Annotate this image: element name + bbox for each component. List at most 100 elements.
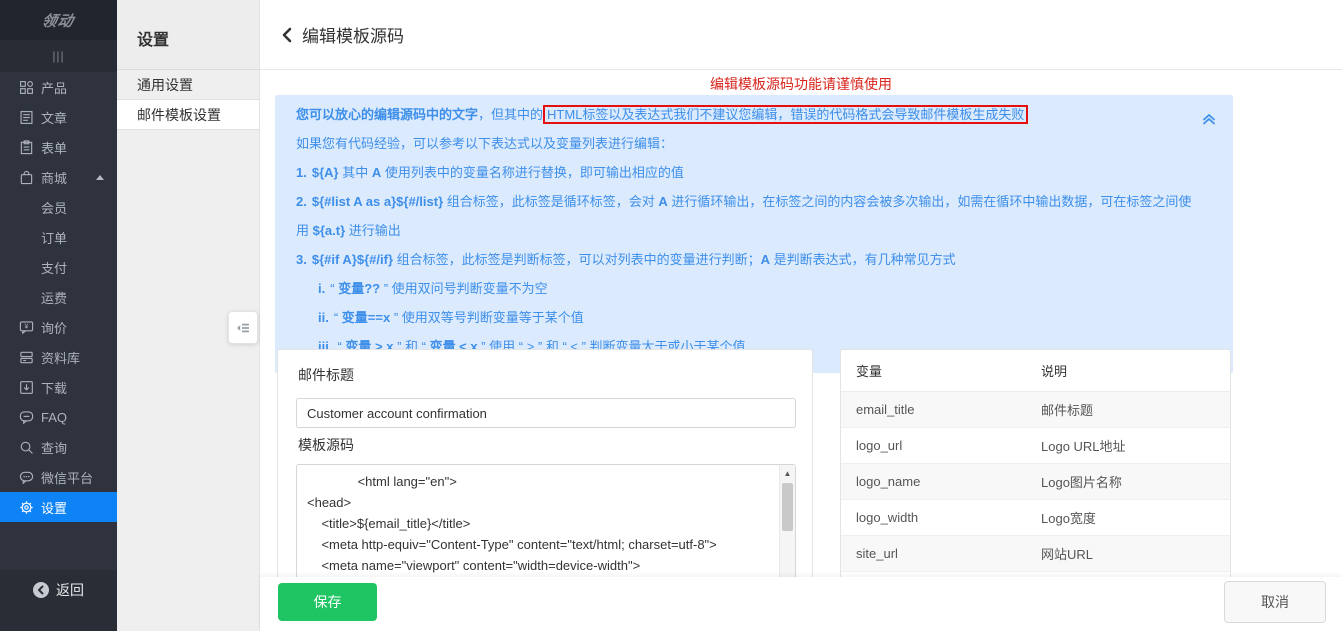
expand-arrow-icon: [96, 175, 104, 180]
sidebar-item-label: 支付: [41, 258, 67, 277]
sidebar-item-label: 产品: [41, 78, 67, 97]
variables-table-card: 变量 说明 email_title邮件标题logo_urlLogo URL地址l…: [840, 349, 1231, 579]
back-chevron-icon[interactable]: [280, 27, 294, 43]
info-item-number: 1.: [296, 165, 307, 180]
variables-header-desc: 说明: [1041, 361, 1230, 380]
collapse-bars-icon: |||: [52, 49, 64, 63]
sidebar-item-label: FAQ: [41, 410, 67, 425]
variable-name: site_url: [841, 546, 1041, 561]
sidebar-item-label: 文章: [41, 108, 67, 127]
page: 领动 ||| 产品文章表单商城会员订单支付运费 ¥ 询价资料库下载 FAQ 查询微信平台…: [0, 0, 1342, 631]
variable-description: Logo图片名称: [1041, 472, 1230, 491]
sidebar-collapse-toggle[interactable]: |||: [0, 40, 117, 72]
variable-description: 邮件标题: [1041, 400, 1230, 419]
variable-row: logo_nameLogo图片名称: [841, 464, 1230, 500]
cancel-button[interactable]: 取消: [1224, 581, 1326, 623]
variable-row: site_url网站URL: [841, 536, 1230, 572]
back-circle-icon: [33, 582, 49, 598]
library-icon: [18, 349, 34, 365]
wechat-icon: [18, 469, 34, 485]
info-item-number: 3.: [296, 252, 307, 267]
logo-text: 领动: [40, 10, 76, 31]
sidebar-item-wechat[interactable]: 微信平台: [0, 462, 117, 492]
email-title-input[interactable]: [296, 398, 796, 428]
settings-menu-item-email-template[interactable]: 邮件模板设置: [117, 100, 259, 130]
info-list-item: 1.${A} 其中 A 使用列表中的变量名称进行替换，即可输出相应的值: [296, 158, 1193, 187]
primary-sidebar: 领动 ||| 产品文章表单商城会员订单支付运费 ¥ 询价资料库下载 FAQ 查询微信平台…: [0, 0, 117, 631]
secondary-sidebar-header: 设置: [117, 0, 259, 70]
info-item-number: i.: [318, 281, 325, 296]
main-content: 编辑模板源码 编辑模板源码功能请谨慎使用 您可以放心的编辑源码中的文字，但其中的…: [260, 0, 1342, 631]
variable-row: logo_widthLogo宽度: [841, 500, 1230, 536]
scrollbar-thumb[interactable]: [782, 483, 793, 531]
sidebar-item-products[interactable]: 产品: [0, 72, 117, 102]
variable-name: logo_url: [841, 438, 1041, 453]
info-box: 您可以放心的编辑源码中的文字，但其中的HTML标签以及表达式我们不建议您编辑，错…: [275, 95, 1233, 373]
sidebar-item-library[interactable]: 资料库: [0, 342, 117, 372]
variables-table-header: 变量 说明: [841, 350, 1230, 392]
inquiry-icon: ¥: [18, 319, 34, 335]
sidebar-item-label: 表单: [41, 138, 67, 157]
store-icon: [18, 169, 34, 185]
back-button[interactable]: 返回: [0, 580, 117, 600]
info-line-1: 您可以放心的编辑源码中的文字，但其中的HTML标签以及表达式我们不建议您编辑，错…: [296, 100, 1193, 129]
sidebar-item-articles[interactable]: 文章: [0, 102, 117, 132]
search-icon: [18, 439, 34, 455]
form-icon: [18, 139, 34, 155]
sidebar-item-store[interactable]: 商城: [0, 162, 117, 192]
scrollbar-up-arrow-icon[interactable]: ▲: [780, 465, 795, 481]
sidebar-item-label: 查询: [41, 438, 67, 457]
sidebar-item-label: 资料库: [41, 348, 80, 367]
action-footer: 保存 取消: [260, 577, 1342, 631]
sidebar-footer: 返回: [0, 570, 117, 631]
secondary-sidebar-title: 设置: [137, 32, 169, 49]
info-line-1-bold: 您可以放心的编辑源码中的文字: [296, 107, 478, 122]
email-title-label: 邮件标题: [298, 365, 354, 385]
sidebar-item-label: 会员: [41, 198, 67, 217]
page-title: 编辑模板源码: [302, 22, 404, 47]
variable-row: email_title邮件标题: [841, 392, 1230, 428]
back-label: 返回: [56, 580, 84, 600]
sidebar-item-label: 询价: [41, 318, 67, 337]
variable-name: logo_width: [841, 510, 1041, 525]
sidebar-item-shipping[interactable]: 运费: [0, 282, 117, 312]
info-line-1-mid: ，但其中的: [478, 107, 543, 122]
variable-description: Logo URL地址: [1041, 436, 1230, 455]
sidebar-item-settings[interactable]: 设置: [0, 492, 117, 522]
variable-row: logo_urlLogo URL地址: [841, 428, 1230, 464]
collapse-info-box-button[interactable]: [1201, 108, 1217, 137]
sidebar-item-download[interactable]: 下载: [0, 372, 117, 402]
settings-menu-item-general[interactable]: 通用设置: [117, 70, 259, 100]
article-icon: [18, 109, 34, 125]
secondary-sidebar-menu: 通用设置邮件模板设置: [117, 70, 259, 130]
sidebar-item-payment[interactable]: 支付: [0, 252, 117, 282]
info-list-item: 3.${#if A}${#/if} 组合标签，此标签是判断标签，可以对列表中的变…: [296, 245, 1193, 274]
warning-text: 编辑模板源码功能请谨慎使用: [260, 74, 1342, 94]
chevron-double-up-icon: [1201, 111, 1217, 127]
sidebar-item-label: 微信平台: [41, 468, 93, 487]
info-item-number: ii.: [318, 310, 329, 325]
sidebar-item-search[interactable]: 查询: [0, 432, 117, 462]
download-icon: [18, 379, 34, 395]
variable-description: 网站URL: [1041, 544, 1230, 563]
logo[interactable]: 领动: [0, 0, 117, 40]
save-button[interactable]: 保存: [278, 583, 377, 621]
sidebar-item-inquiry[interactable]: ¥ 询价: [0, 312, 117, 342]
grid-icon: [18, 79, 34, 95]
sidebar-item-label: 订单: [41, 228, 67, 247]
variable-name: email_title: [841, 402, 1041, 417]
sidebar-item-orders[interactable]: 订单: [0, 222, 117, 252]
menu-collapse-button[interactable]: [228, 311, 258, 344]
sidebar-item-label: 下载: [41, 378, 67, 397]
sidebar-item-forms[interactable]: 表单: [0, 132, 117, 162]
sidebar-item-faq[interactable]: FAQ: [0, 402, 117, 432]
info-line-2: 如果您有代码经验，可以参考以下表达式以及变量列表进行编辑：: [296, 129, 1193, 158]
info-list: 1.${A} 其中 A 使用列表中的变量名称进行替换，即可输出相应的值2.${#…: [296, 158, 1193, 361]
variable-name: logo_name: [841, 474, 1041, 489]
info-list-item: 2.${#list A as a}${#/list} 组合标签，此标签是循环标签…: [296, 187, 1193, 245]
info-list-item: i.“ 变量?? ” 使用双问号判断变量不为空: [296, 274, 1193, 303]
gear-icon: [18, 499, 34, 515]
sidebar-item-label: 运费: [41, 288, 67, 307]
variable-description: Logo宽度: [1041, 508, 1230, 527]
sidebar-item-members[interactable]: 会员: [0, 192, 117, 222]
